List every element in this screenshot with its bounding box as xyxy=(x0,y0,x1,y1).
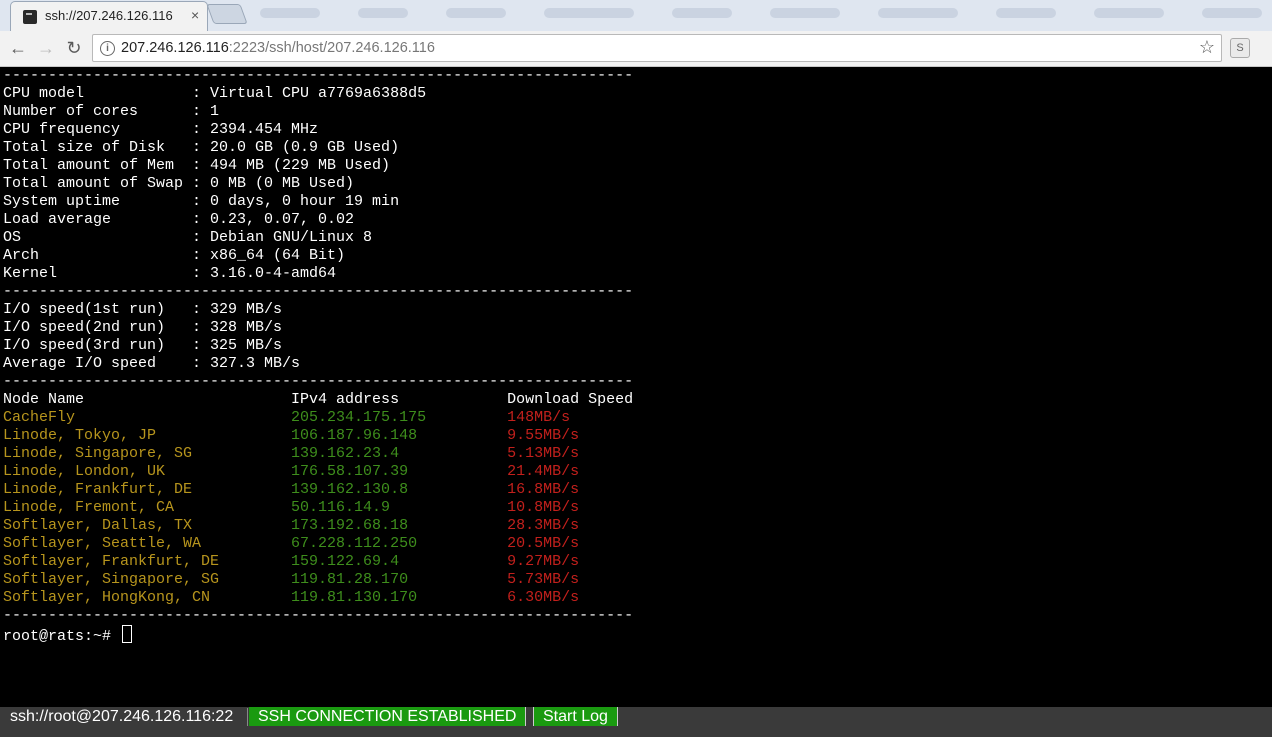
node-name: Linode, London, UK xyxy=(3,463,166,480)
node-ip: 176.58.107.39 xyxy=(291,463,409,480)
tab-title: ssh://207.246.126.116 xyxy=(45,8,173,23)
speedtest-row: Softlayer, Seattle, WA 67.228.112.250 20.5… xyxy=(3,535,633,553)
separator-line: ----------------------------------------… xyxy=(3,283,634,300)
info-icon[interactable]: i xyxy=(100,41,115,56)
speedtest-row: Linode, Singapore, SG 139.162.23.4 5.13MB/… xyxy=(3,445,633,463)
terminal-line: Kernel : 3.16.0-4-amd64 xyxy=(3,265,337,282)
terminal-line: Load average : 0.23, 0.07, 0.02 xyxy=(3,211,355,228)
terminal-line: CPU frequency : 2394.454 MHz xyxy=(3,121,319,138)
node-ip: 173.192.68.18 xyxy=(291,517,409,534)
node-name: Softlayer, Frankfurt, DE xyxy=(3,553,220,570)
terminal[interactable]: ----------------------------------------… xyxy=(0,67,1272,707)
terminal-output: ----------------------------------------… xyxy=(3,67,634,645)
star-icon[interactable]: ☆ xyxy=(1199,37,1215,58)
url-text[interactable]: 207.246.126.116:2223/ssh/host/207.246.12… xyxy=(121,40,435,56)
terminal-line: I/O speed(2nd run) : 328 MB/s xyxy=(3,319,283,336)
terminal-line: Average I/O speed : 327.3 MB/s xyxy=(3,355,301,372)
node-speed: 9.27MB/s xyxy=(507,553,580,570)
close-icon[interactable]: × xyxy=(191,7,199,23)
node-speed: 5.13MB/s xyxy=(507,445,580,462)
node-name: Softlayer, Seattle, WA xyxy=(3,535,202,552)
speedtest-row: CacheFly 205.234.175.175 148MB/s xyxy=(3,409,633,427)
node-name: Softlayer, HongKong, CN xyxy=(3,589,211,606)
back-icon[interactable]: ← xyxy=(6,36,30,60)
terminal-icon xyxy=(23,10,37,24)
speedtest-row: Softlayer, Frankfurt, DE 159.122.69.4 9.27… xyxy=(3,553,633,571)
speedtest-row: Softlayer, Dallas, TX 173.192.68.18 28.3MB… xyxy=(3,517,633,535)
speedtest-row: Linode, Frankfurt, DE 139.162.130.8 16.8MB… xyxy=(3,481,633,499)
node-name: Linode, Tokyo, JP xyxy=(3,427,157,444)
node-speed: 28.3MB/s xyxy=(507,517,580,534)
node-speed: 10.8MB/s xyxy=(507,499,580,516)
connection-status: SSH CONNECTION ESTABLISHED xyxy=(249,707,527,726)
node-name: Linode, Frankfurt, DE xyxy=(3,481,193,498)
reload-icon[interactable]: ↻ xyxy=(62,36,86,60)
session-label: ssh://root@207.246.126.116:22 xyxy=(10,708,234,725)
status-divider xyxy=(247,708,248,726)
separator-line: ----------------------------------------… xyxy=(3,607,634,624)
node-ip: 119.81.130.170 xyxy=(291,589,418,606)
prompt-line[interactable]: root@rats:~# xyxy=(3,625,633,645)
status-bar: ssh://root@207.246.126.116:22 SSH CONNEC… xyxy=(0,707,1272,737)
speedtest-row: Linode, Fremont, CA 50.116.14.9 10.8MB/s xyxy=(3,499,633,517)
cursor xyxy=(122,625,133,643)
terminal-line: Total amount of Swap : 0 MB (0 MB Used) xyxy=(3,175,355,192)
node-speed: 148MB/s xyxy=(507,409,571,426)
node-ip: 106.187.96.148 xyxy=(291,427,418,444)
extension-icon[interactable]: S xyxy=(1230,38,1250,58)
new-tab-button[interactable] xyxy=(206,4,248,24)
node-name: Linode, Fremont, CA xyxy=(3,499,175,516)
node-speed: 16.8MB/s xyxy=(507,481,580,498)
url-host: 207.246.126.116 xyxy=(121,40,229,56)
tab-strip: ssh://207.246.126.116 × xyxy=(0,0,1272,31)
terminal-line: CPU model : Virtual CPU a7769a6388d5 xyxy=(3,85,427,102)
node-name: Linode, Singapore, SG xyxy=(3,445,193,462)
terminal-line: OS : Debian GNU/Linux 8 xyxy=(3,229,373,246)
terminal-line: Total amount of Mem : 494 MB (229 MB Use… xyxy=(3,157,391,174)
node-ip: 50.116.14.9 xyxy=(291,499,391,516)
node-ip: 159.122.69.4 xyxy=(291,553,400,570)
terminal-line: System uptime : 0 days, 0 hour 19 min xyxy=(3,193,400,210)
node-speed: 21.4MB/s xyxy=(507,463,580,480)
node-ip: 119.81.28.170 xyxy=(291,571,409,588)
speedtest-row: Softlayer, HongKong, CN 119.81.130.170 6.3… xyxy=(3,589,633,607)
terminal-line: Total size of Disk : 20.0 GB (0.9 GB Use… xyxy=(3,139,400,156)
terminal-line: Arch : x86_64 (64 Bit) xyxy=(3,247,346,264)
forward-icon[interactable]: → xyxy=(34,36,58,60)
separator-line: ----------------------------------------… xyxy=(3,373,634,390)
browser-toolbar: ← → ↻ i 207.246.126.116:2223/ssh/host/20… xyxy=(0,31,1272,67)
node-speed: 6.30MB/s xyxy=(507,589,580,606)
node-ip: 139.162.130.8 xyxy=(291,481,409,498)
terminal-line: Node Name IPv4 address Download Speed xyxy=(3,391,634,408)
node-ip: 205.234.175.175 xyxy=(291,409,427,426)
terminal-line: I/O speed(3rd run) : 325 MB/s xyxy=(3,337,283,354)
separator-line: ----------------------------------------… xyxy=(3,67,634,84)
node-speed: 5.73MB/s xyxy=(507,571,580,588)
blurred-tabs xyxy=(250,4,1272,22)
speedtest-row: Linode, Tokyo, JP 106.187.96.148 9.55MB/s xyxy=(3,427,633,445)
node-name: Softlayer, Dallas, TX xyxy=(3,517,193,534)
node-ip: 67.228.112.250 xyxy=(291,535,418,552)
browser-tab[interactable]: ssh://207.246.126.116 × xyxy=(10,1,208,31)
node-speed: 20.5MB/s xyxy=(507,535,580,552)
node-name: CacheFly xyxy=(3,409,76,426)
node-ip: 139.162.23.4 xyxy=(291,445,400,462)
node-name: Softlayer, Singapore, SG xyxy=(3,571,220,588)
start-log-button[interactable]: Start Log xyxy=(533,707,618,726)
shell-prompt: root@rats:~# xyxy=(3,628,121,645)
speedtest-row: Softlayer, Singapore, SG 119.81.28.170 5.7… xyxy=(3,571,633,589)
url-path: :2223/ssh/host/207.246.126.116 xyxy=(228,40,435,56)
node-speed: 9.55MB/s xyxy=(507,427,580,444)
address-bar[interactable]: i 207.246.126.116:2223/ssh/host/207.246.… xyxy=(92,34,1222,62)
speedtest-row: Linode, London, UK 176.58.107.39 21.4MB/s xyxy=(3,463,633,481)
terminal-line: I/O speed(1st run) : 329 MB/s xyxy=(3,301,283,318)
terminal-line: Number of cores : 1 xyxy=(3,103,220,120)
